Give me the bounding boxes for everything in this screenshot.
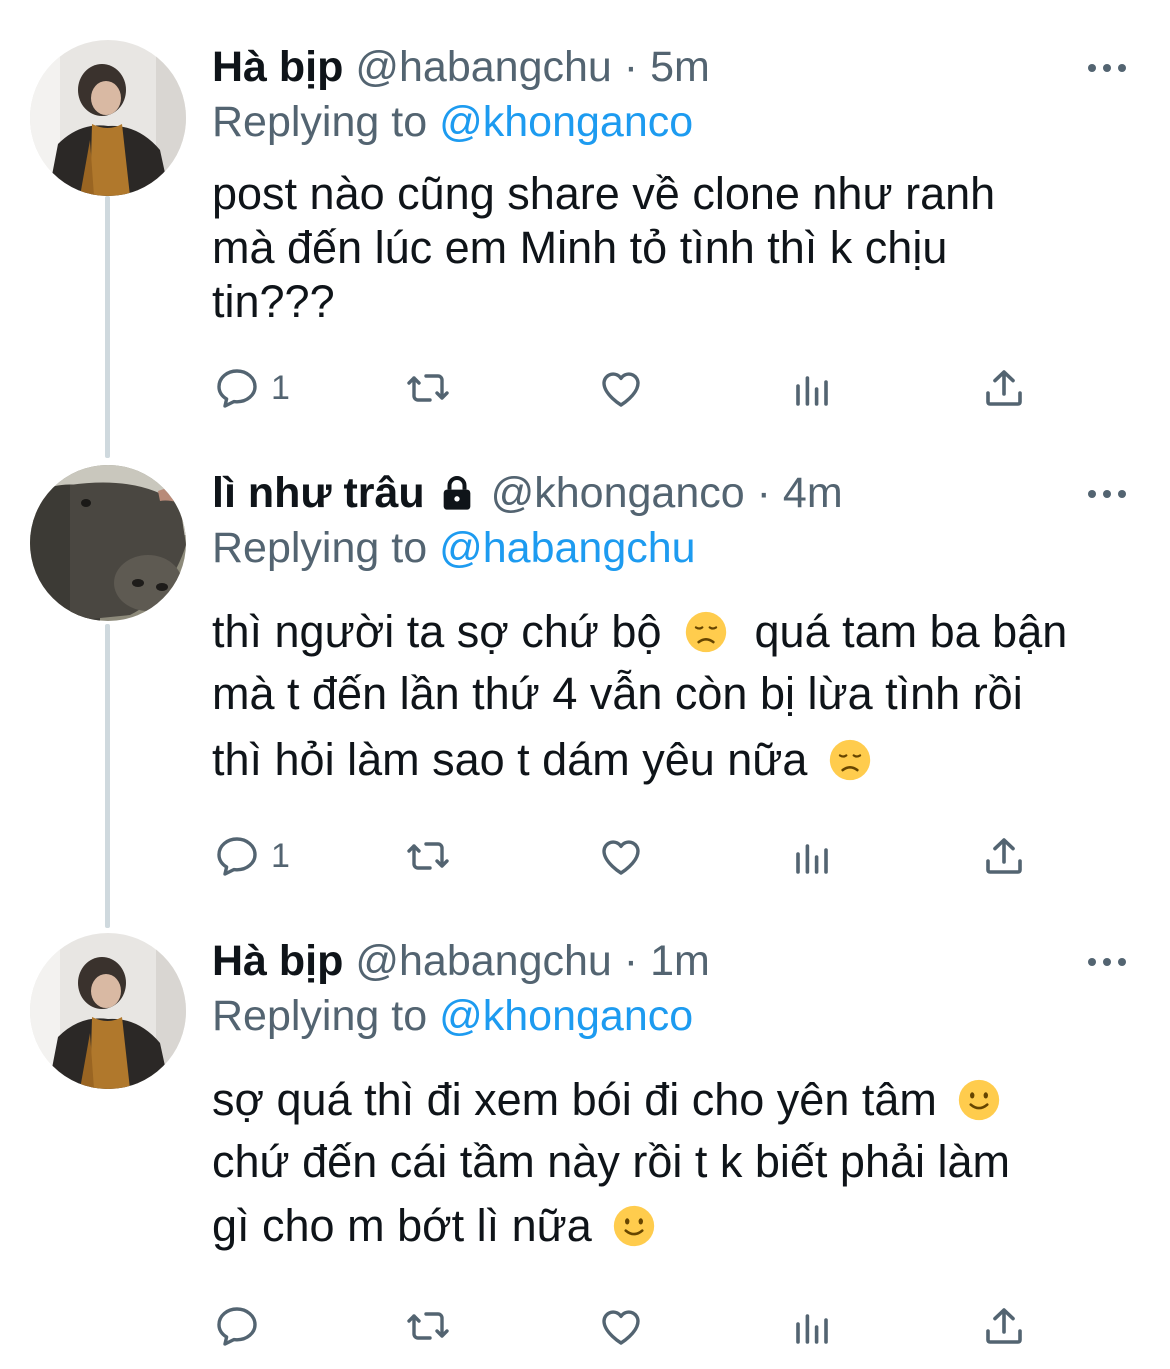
retweet-button[interactable] [404, 1296, 452, 1356]
avatar[interactable] [30, 465, 186, 621]
separator-dot: · [623, 937, 639, 985]
reply-button[interactable] [213, 1296, 271, 1356]
display-name[interactable]: lì như trâu [212, 469, 425, 517]
separator-dot: · [756, 469, 771, 517]
avatar[interactable] [30, 40, 186, 196]
reply-icon [217, 1307, 257, 1346]
tweet-text-line: thì hỏi làm sao t dám yêu nữa [212, 732, 872, 788]
share-icon [986, 370, 1022, 406]
tweet-text-line: chứ đến cái tầm này rồi t k biết phải là… [212, 1136, 1011, 1187]
retweet-icon [407, 374, 449, 402]
reply-icon [217, 369, 257, 408]
tweet-text-line: tin??? [212, 276, 335, 327]
action-bar: 1 [0, 358, 1170, 418]
share-button[interactable] [980, 358, 1028, 418]
tweet-header: lì như trâu @khonganco · 4m [212, 466, 843, 520]
heart-icon [602, 372, 640, 407]
tweet-header: Hà bịp @habangchu · 5m [212, 40, 710, 94]
replying-to-mention[interactable]: @khonganco [439, 98, 693, 146]
heart-icon [602, 1310, 640, 1345]
more-icon[interactable] [1088, 58, 1128, 78]
replying-to: Replying to @khonganco [212, 95, 693, 149]
share-icon [986, 1308, 1022, 1344]
tweet-text-line: sợ quá thì đi xem bói đi cho yên tâm [212, 1072, 1001, 1128]
analytics-button[interactable] [788, 1296, 836, 1356]
user-handle[interactable]: @habangchu [355, 43, 611, 91]
replying-to-label: Replying to [212, 524, 428, 572]
replying-to-label: Replying to [212, 98, 428, 146]
tweet-text-line: thì người ta sợ chứ bộ quá tam ba bận [212, 604, 1067, 660]
tweet-text-segment: gì cho m bớt lì nữa [212, 1200, 592, 1251]
retweet-button[interactable] [404, 358, 452, 418]
tweet-text-line: gì cho m bớt lì nữa [212, 1198, 656, 1254]
reply-count: 1 [271, 836, 290, 875]
like-button[interactable] [597, 1296, 645, 1356]
tweet-text-line: mà đến lúc em Minh tỏ tình thì k chịu [212, 222, 948, 273]
reply-button[interactable]: 1 [213, 358, 290, 418]
user-handle[interactable]: @habangchu [355, 937, 611, 985]
tweet-text-segment: thì người ta sợ chứ bộ [212, 606, 662, 657]
slightly-smiling-face-icon [959, 1079, 1000, 1121]
reply-icon [217, 837, 257, 876]
reply-count: 1 [271, 368, 290, 407]
analytics-button[interactable] [788, 826, 836, 886]
like-button[interactable] [597, 826, 645, 886]
share-button[interactable] [980, 826, 1028, 886]
tweet-text-line: post nào cũng share về clone như ranh [212, 168, 996, 219]
retweet-icon [407, 1312, 449, 1340]
replying-to-mention[interactable]: @habangchu [439, 524, 695, 572]
avatar[interactable] [30, 933, 186, 1089]
lock-icon [443, 475, 470, 510]
tweet-text-segment: quá tam ba bận [754, 606, 1068, 657]
display-name[interactable]: Hà bịp [212, 43, 343, 91]
slightly-smiling-face-icon [614, 1205, 655, 1247]
reply-button[interactable]: 1 [213, 826, 290, 886]
tweet-header: Hà bịp @habangchu · 1m [212, 934, 710, 988]
analytics-icon [796, 1314, 828, 1344]
replying-to: Replying to @khonganco [212, 989, 693, 1043]
buffalo-avatar-image [30, 465, 186, 621]
user-handle[interactable]: @khonganco [491, 469, 745, 517]
separator-dot: · [623, 43, 639, 91]
display-name[interactable]: Hà bịp [212, 937, 343, 985]
timestamp[interactable]: 4m [783, 469, 843, 517]
tweet-text-line: mà t đến lần thứ 4 vẫn còn bị lừa tình r… [212, 668, 1023, 719]
replying-to-label: Replying to [212, 992, 428, 1040]
analytics-button[interactable] [788, 358, 836, 418]
analytics-icon [796, 844, 828, 874]
tweet-text-segment: sợ quá thì đi xem bói đi cho yên tâm [212, 1074, 937, 1125]
more-icon[interactable] [1088, 952, 1128, 972]
girl-with-scarf-avatar-image [30, 933, 186, 1089]
retweet-button[interactable] [404, 826, 452, 886]
timestamp[interactable]: 5m [650, 43, 710, 91]
share-button[interactable] [980, 1296, 1028, 1356]
retweet-icon [407, 842, 449, 870]
like-button[interactable] [597, 358, 645, 418]
action-bar: 1 [0, 826, 1170, 886]
disappointed-face-icon [829, 739, 871, 781]
tweet-text-segment: thì hỏi làm sao t dám yêu nữa [212, 734, 808, 785]
replying-to-mention[interactable]: @khonganco [439, 992, 693, 1040]
more-icon[interactable] [1088, 484, 1128, 504]
analytics-icon [796, 376, 828, 406]
timestamp[interactable]: 1m [650, 937, 710, 985]
girl-with-scarf-avatar-image [30, 40, 186, 196]
action-bar [0, 1296, 1170, 1356]
heart-icon [602, 840, 640, 875]
disappointed-face-icon [685, 611, 727, 653]
tweet[interactable]: Hà bịp @habangchu · 5m Replying to @khon… [0, 0, 1170, 440]
replying-to: Replying to @habangchu [212, 521, 696, 575]
share-icon [986, 838, 1022, 874]
